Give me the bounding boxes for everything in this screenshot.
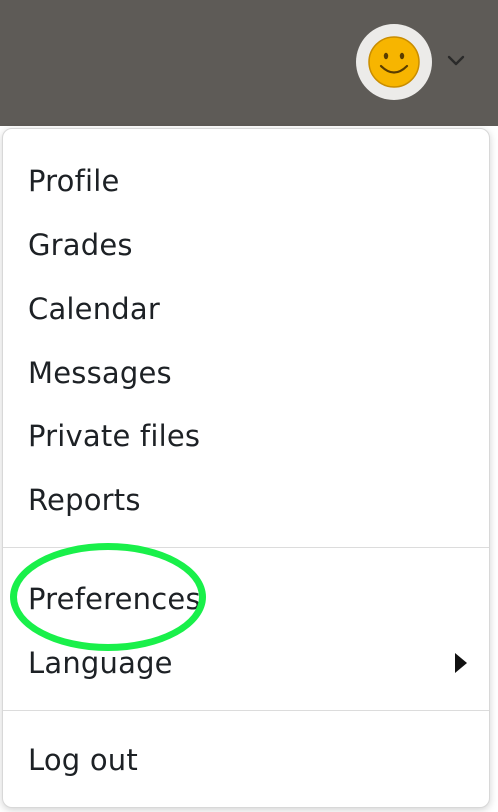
menu-item-label: Grades bbox=[28, 228, 133, 262]
chevron-down-icon[interactable] bbox=[444, 50, 468, 72]
menu-item-preferences[interactable]: Preferences bbox=[3, 573, 489, 627]
menu-item-language[interactable]: Language bbox=[3, 637, 489, 691]
caret-right-icon bbox=[455, 653, 467, 673]
menu-item-label: Reports bbox=[28, 483, 141, 517]
menu-item-label: Messages bbox=[28, 356, 172, 390]
menu-item-label: Preferences bbox=[28, 582, 201, 616]
menu-item-reports[interactable]: Reports bbox=[3, 474, 489, 528]
menu-item-private-files[interactable]: Private files bbox=[3, 410, 489, 464]
user-avatar-button[interactable] bbox=[356, 24, 432, 100]
menu-item-log-out[interactable]: Log out bbox=[3, 734, 489, 788]
menu-item-label: Private files bbox=[28, 419, 201, 453]
menu-item-label: Log out bbox=[28, 743, 138, 777]
smiley-face-icon bbox=[368, 36, 420, 88]
menu-item-messages[interactable]: Messages bbox=[3, 347, 489, 401]
menu-divider bbox=[3, 547, 489, 548]
menu-item-calendar[interactable]: Calendar bbox=[3, 283, 489, 337]
menu-item-label: Language bbox=[28, 646, 173, 680]
menu-item-grades[interactable]: Grades bbox=[3, 219, 489, 273]
menu-item-label: Calendar bbox=[28, 292, 161, 326]
user-dropdown-menu: Profile Grades Calendar Messages Private… bbox=[2, 128, 490, 808]
top-navbar bbox=[0, 0, 498, 126]
menu-divider bbox=[3, 710, 489, 711]
menu-item-profile[interactable]: Profile bbox=[3, 155, 489, 209]
menu-item-label: Profile bbox=[28, 164, 120, 198]
